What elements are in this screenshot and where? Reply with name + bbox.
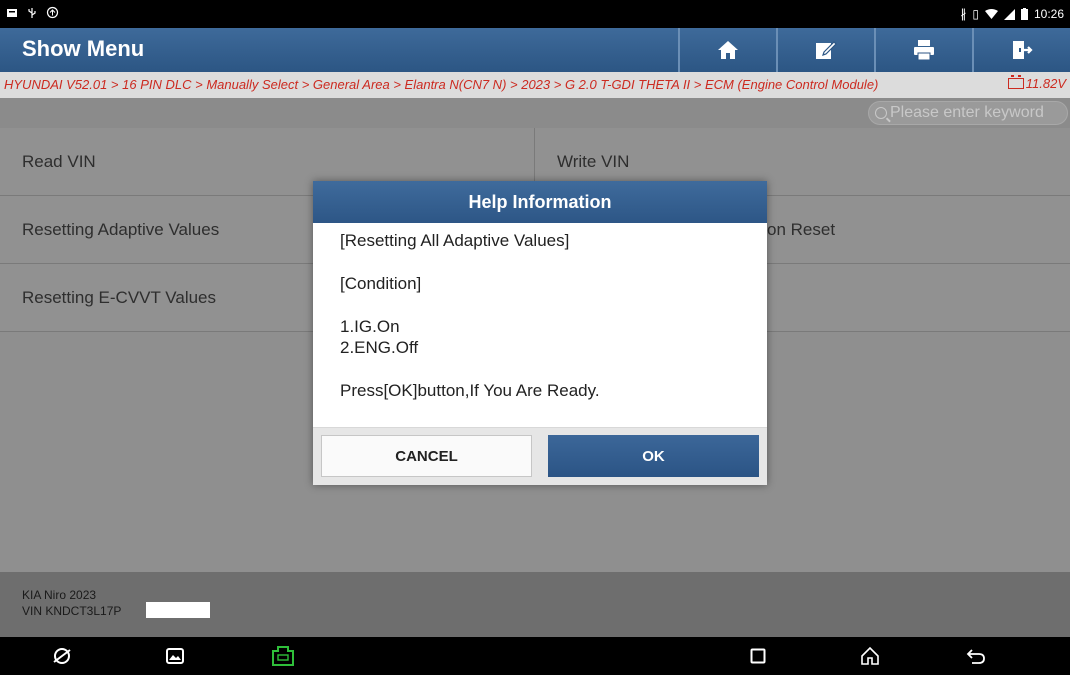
dialog-body: [Resetting All Adaptive Values] [Conditi… [313,223,767,427]
dialog-line: 1.IG.On [340,317,400,336]
ok-button[interactable]: OK [548,435,759,477]
home-nav-button[interactable] [860,644,880,668]
home-nav-icon [861,646,879,665]
breadcrumb-bar: HYUNDAI V52.01 > 16 PIN DLC > Manually S… [0,72,1070,98]
edit-button[interactable] [776,28,874,72]
signal-icon [1003,8,1015,20]
system-nav-bar [0,637,1070,675]
dialog-line: [Resetting All Adaptive Values] [340,231,570,250]
usb-icon [28,7,36,18]
exit-icon [1013,41,1033,59]
browser-button[interactable] [52,644,72,668]
car-battery-icon [1007,75,1024,89]
vehicle-vin: VIN KNDCT3L17P [22,604,122,618]
menu-item-reset-label: on Reset [767,219,836,239]
vibrate-icon: ▯ [972,7,979,21]
vehicle-info: KIA Niro 2023 VIN KNDCT3L17P [0,572,1070,637]
sync-icon [46,6,59,19]
app-header: Show Menu [0,28,1070,72]
back-button[interactable] [966,644,986,668]
search-input[interactable]: Please enter keyword [868,101,1068,125]
cancel-button[interactable]: CANCEL [321,435,532,477]
status-time: 10:26 [1033,7,1064,21]
dialog-line: [Condition] [340,274,422,293]
home-icon [718,41,738,59]
dialog-footer: CANCEL OK [313,427,767,485]
vci-icon [272,646,294,666]
back-icon [966,649,985,664]
gallery-icon [166,648,184,664]
breadcrumb: HYUNDAI V52.01 > 16 PIN DLC > Manually S… [4,77,879,92]
dialog-line: Press[OK]button,If You Are Ready. [340,381,600,400]
vehicle-model: KIA Niro 2023 [22,588,97,602]
print-icon [914,40,934,60]
toolbar [678,28,1070,72]
home-button[interactable] [678,28,776,72]
battery-icon [1020,8,1028,20]
browser-icon [53,648,71,664]
print-button[interactable] [874,28,972,72]
recents-button[interactable] [750,644,766,668]
wifi-icon [984,8,998,19]
status-bar: ∦ ▯ 10:26 [0,0,1070,28]
dialog-title: Help Information [313,181,767,223]
exit-button[interactable] [972,28,1070,72]
page-title: Show Menu [22,36,145,61]
bluetooth-icon: ∦ [960,7,967,21]
voltage-readout: 11.82V [1007,75,1066,91]
notification-icon [7,8,17,17]
recents-icon [750,648,766,664]
gallery-button[interactable] [166,644,184,668]
vin-redaction [146,602,210,618]
help-information-dialog: Help Information [Resetting All Adaptive… [313,181,767,485]
dialog-line: 2.ENG.Off [340,338,419,357]
voltage-value: 11.82V [1025,76,1066,91]
edit-icon [816,41,837,59]
vci-button[interactable] [270,644,296,668]
search-icon [875,107,887,119]
search-placeholder: Please enter keyword [890,104,1044,121]
search-row: Please enter keyword [0,98,1070,128]
